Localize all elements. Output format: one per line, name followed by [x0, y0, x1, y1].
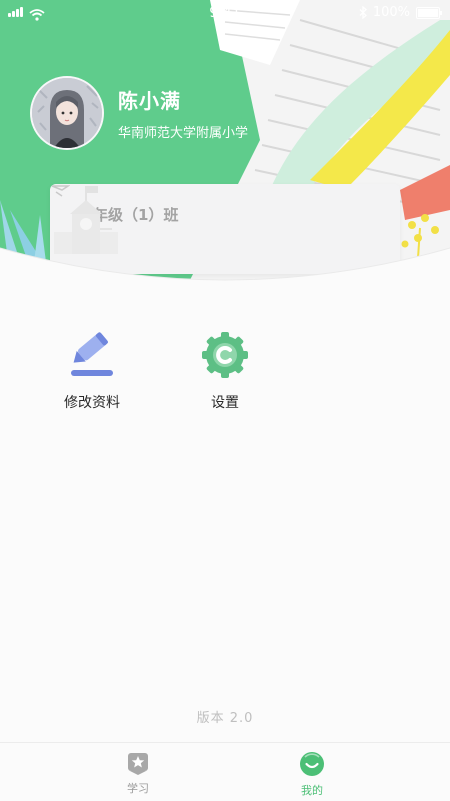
star-book-icon	[128, 753, 148, 775]
profile-header: 五年级（1）班	[0, 0, 450, 300]
bluetooth-icon	[359, 6, 367, 19]
edit-profile-label: 修改资料	[64, 395, 120, 411]
smile-face-icon	[300, 752, 324, 776]
bottom-tab-bar: 学习 我的	[0, 742, 450, 801]
school-name: 华南师范大学附属小学	[118, 126, 249, 141]
battery-percent: 100%	[372, 5, 410, 20]
edit-profile-button[interactable]: 修改资料	[42, 330, 142, 412]
tab-mine[interactable]: 我的	[262, 751, 362, 798]
school-building-icon	[54, 186, 118, 254]
app-version: 版本 2.0	[196, 711, 254, 726]
user-profile: 陈小满 华南师范大学附属小学	[30, 76, 248, 150]
settings-label: 设置	[211, 395, 239, 411]
status-bar: 9:41 100%	[0, 0, 450, 26]
tab-mine-label: 我的	[301, 784, 323, 797]
tab-study-label: 学习	[127, 782, 149, 795]
user-name: 陈小满	[118, 89, 181, 113]
avatar-image	[32, 78, 102, 148]
pencil-icon	[71, 332, 113, 376]
gear-icon	[202, 332, 248, 378]
tab-study[interactable]: 学习	[88, 751, 188, 796]
avatar[interactable]	[30, 76, 104, 150]
settings-button[interactable]: 设置	[175, 330, 275, 412]
class-card[interactable]: 五年级（1）班	[50, 184, 400, 274]
battery-icon	[416, 6, 442, 19]
